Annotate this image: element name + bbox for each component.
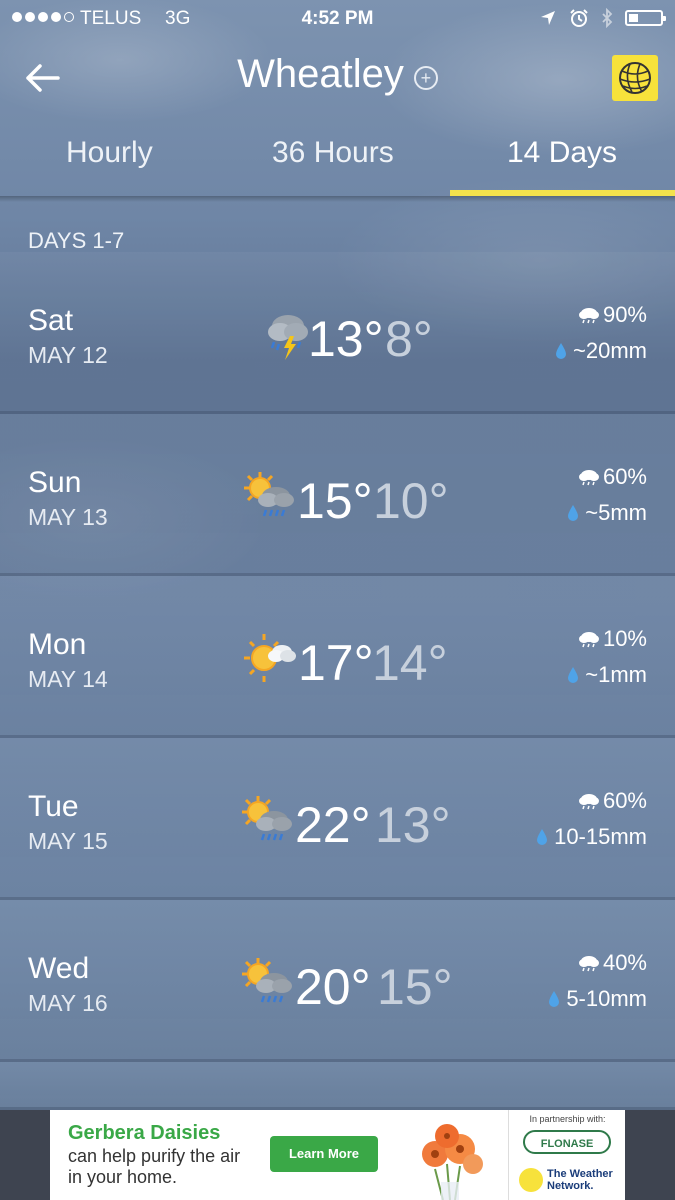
day-date: MAY 15 [28,828,108,854]
low-temp: 14° [372,635,448,691]
raindrop-icon [568,505,579,521]
day-date: MAY 12 [28,342,108,368]
sun-cloud-rain-icon [236,792,296,852]
precip-probability-value: 60% [602,464,647,489]
ad-banner[interactable]: Gerbera Daisies can help purify the air … [50,1110,625,1200]
precip-amount-value: ~20mm [573,338,647,363]
learn-more-button[interactable]: Learn More [270,1136,378,1172]
precip-amount: ~5mm [567,500,647,526]
raindrop-icon [568,667,579,683]
day-name: Mon [28,628,87,661]
tab-14-days[interactable]: 14 Days [507,136,617,170]
ad-title: Gerbera Daisies [68,1122,221,1144]
precip-probability: 90% [577,302,647,328]
precip-probability-value: 10% [602,626,647,651]
rain-cloud-icon [578,308,599,324]
precip-probability: 40% [577,950,647,976]
alarm-clock-icon [570,9,588,27]
day-name: Wed [28,952,90,985]
raindrop-icon [549,991,560,1007]
rain-cloud-icon [578,470,599,486]
flonase-logo: FLONASE [523,1130,611,1154]
low-temp: 10° [373,473,449,529]
precip-amount: ~1mm [567,662,647,688]
day-date: MAY 14 [28,666,108,692]
tab-hourly[interactable]: Hourly [66,136,153,170]
precip-amount-value: 5-10mm [566,986,647,1011]
day-name: Sat [28,304,74,337]
raindrop-icon [556,343,567,359]
bluetooth-icon [602,8,613,28]
low-temp: 15° [377,959,453,1015]
tabs-shadow [0,196,675,202]
section-header: DAYS 1-7 [28,228,125,253]
day-date: MAY 13 [28,504,108,530]
day-row-tue[interactable]: Tue MAY 15 22° 13° 60% 10-15mm [0,738,675,900]
rain-cloud-icon [578,794,599,810]
day-row-sat[interactable]: Sat MAY 12 13° 8° 90% ~20mm [0,252,675,414]
day-name: Tue [28,790,79,823]
precip-amount: 10-15mm [536,824,647,850]
precip-amount-value: ~5mm [585,500,647,525]
forecast-tabs: Hourly 36 Hours 14 Days [0,130,675,198]
day-row-mon[interactable]: Mon MAY 14 17° 14° 10% ~1mm [0,576,675,738]
weather-network-name: The Weather Network. [547,1168,613,1192]
raindrop-icon [537,829,548,845]
precip-probability-value: 40% [602,950,647,975]
ad-text: can help purify the air in your home. [68,1146,241,1187]
weather-network-icon [519,1168,543,1192]
precip-probability: 10% [577,626,647,652]
rain-cloud-icon [578,632,599,648]
day-name: Sun [28,466,82,499]
precip-amount-value: 10-15mm [554,824,647,849]
precip-probability-value: 90% [602,302,647,327]
precip-probability-value: 60% [602,788,647,813]
precip-probability: 60% [577,788,647,814]
high-temp: 20° [295,959,371,1015]
high-temp: 15° [297,473,373,529]
precip-amount: ~20mm [555,338,647,364]
low-temp: 13° [375,797,451,853]
status-bar: TELUS 3G 4:52 PM [0,0,675,38]
battery-icon [625,10,666,26]
ad-partner-panel: In partnership with: FLONASE The Weather… [508,1110,626,1200]
day-row-sun[interactable]: Sun MAY 13 15° 10° 60% ~5mm [0,414,675,576]
high-temp: 17° [298,635,374,691]
precip-amount-value: ~1mm [585,662,647,687]
sun-cloud-rain-icon [236,954,296,1014]
flower-bouquet-image [422,1124,483,1200]
globe-icon [619,62,651,94]
add-location-icon[interactable]: + [413,66,438,90]
precip-probability: 60% [577,464,647,490]
high-temp: 22° [295,797,371,853]
tab-36-hours[interactable]: 36 Hours [272,136,394,170]
rain-cloud-icon [578,956,599,972]
precip-amount: 5-10mm [548,986,647,1012]
day-date: MAY 16 [28,990,108,1016]
location-title[interactable]: Wheatley + [0,52,675,97]
sun-cloud-rain-icon [238,468,298,528]
city-name: Wheatley [237,52,404,96]
location-arrow-icon [541,11,555,25]
day-row-partial[interactable] [0,1062,675,1110]
sun-cloud-icon [240,630,300,690]
weather-network-logo[interactable] [612,55,658,101]
day-row-wed[interactable]: Wed MAY 16 20° 15° 40% 5-10mm [0,900,675,1062]
high-temp: 13° [308,311,384,367]
low-temp: 8° [385,311,433,367]
partner-label: In partnership with: [529,1114,606,1124]
